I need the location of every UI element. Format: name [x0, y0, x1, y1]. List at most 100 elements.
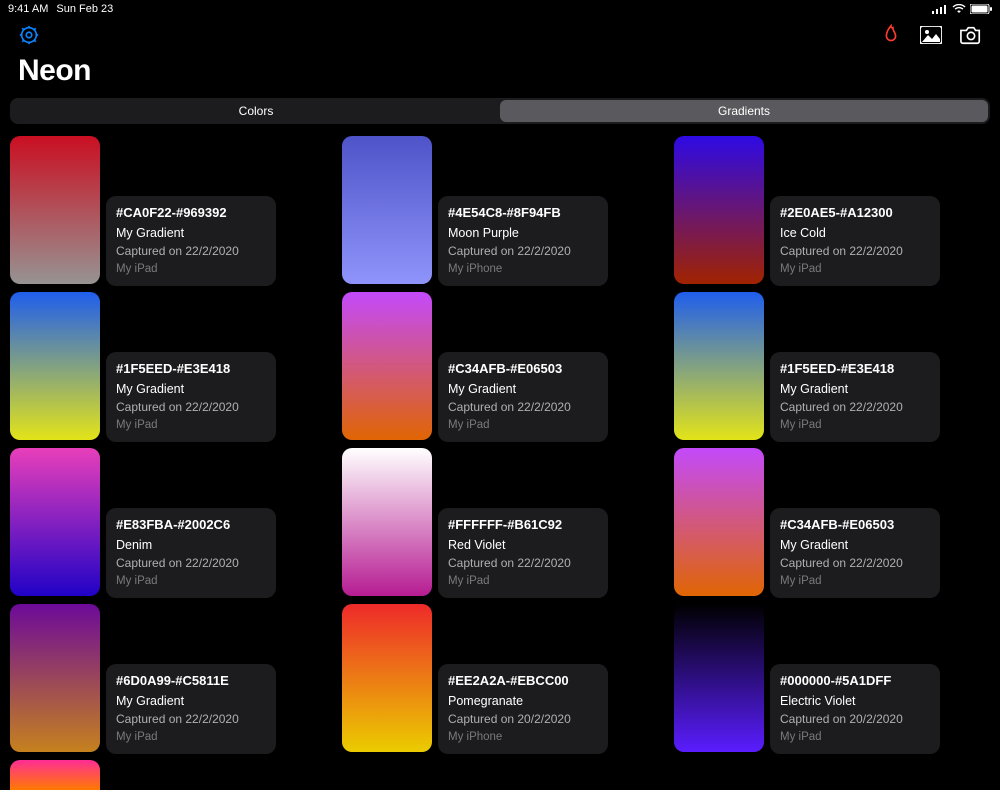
- gradient-name: Moon Purple: [448, 224, 598, 242]
- tab-gradients[interactable]: Gradients: [500, 100, 988, 122]
- gradient-name: My Gradient: [780, 536, 930, 554]
- gradient-grid: #CA0F22-#969392My GradientCaptured on 22…: [0, 132, 1000, 790]
- gradient-card[interactable]: #C34AFB-#E06503My GradientCaptured on 22…: [674, 448, 1000, 596]
- signal-icon: [932, 4, 948, 14]
- gradient-swatch[interactable]: [674, 448, 764, 596]
- gradient-info: #000000-#5A1DFFElectric VioletCaptured o…: [770, 664, 940, 754]
- battery-icon: [970, 4, 992, 14]
- gradient-info: #C34AFB-#E06503My GradientCaptured on 22…: [770, 508, 940, 598]
- camera-button[interactable]: [960, 24, 982, 46]
- gradient-name: Pomegranate: [448, 692, 598, 710]
- gradient-hex: #FFFFFF-#B61C92: [448, 516, 598, 535]
- gradient-captured: Captured on 22/2/2020: [116, 243, 266, 260]
- gradient-info: #1F5EED-#E3E418My GradientCaptured on 22…: [106, 352, 276, 442]
- gradient-captured: Captured on 22/2/2020: [116, 555, 266, 572]
- gradient-captured: Captured on 22/2/2020: [448, 555, 598, 572]
- gradient-card[interactable]: [10, 760, 342, 790]
- gradient-name: Electric Violet: [780, 692, 930, 710]
- settings-button[interactable]: [18, 24, 40, 46]
- gradient-captured: Captured on 22/2/2020: [780, 399, 930, 416]
- gradient-captured: Captured on 22/2/2020: [448, 243, 598, 260]
- page-title: Neon: [0, 48, 1000, 98]
- gradient-device: My iPad: [448, 417, 598, 434]
- gradient-swatch[interactable]: [342, 448, 432, 596]
- gradient-device: My iPhone: [448, 729, 598, 746]
- gradient-card[interactable]: #6D0A99-#C5811EMy GradientCaptured on 22…: [10, 604, 342, 752]
- gear-icon: [18, 24, 40, 46]
- gradient-swatch[interactable]: [10, 448, 100, 596]
- gradient-info: #6D0A99-#C5811EMy GradientCaptured on 22…: [106, 664, 276, 754]
- toolbar: [0, 18, 1000, 48]
- status-time: 9:41 AM: [8, 3, 48, 15]
- gradient-info: #C34AFB-#E06503My GradientCaptured on 22…: [438, 352, 608, 442]
- gradient-hex: #4E54C8-#8F94FB: [448, 204, 598, 223]
- gradient-device: My iPad: [780, 729, 930, 746]
- gradient-card[interactable]: #C34AFB-#E06503My GradientCaptured on 22…: [342, 292, 674, 440]
- trending-button[interactable]: [880, 24, 902, 46]
- flame-icon: [881, 24, 901, 46]
- gradient-info: #FFFFFF-#B61C92Red VioletCaptured on 22/…: [438, 508, 608, 598]
- gradient-card[interactable]: #FFFFFF-#B61C92Red VioletCaptured on 22/…: [342, 448, 674, 596]
- gradient-captured: Captured on 22/2/2020: [780, 555, 930, 572]
- gradient-device: My iPad: [448, 573, 598, 590]
- gradient-name: Ice Cold: [780, 224, 930, 242]
- gradient-swatch[interactable]: [342, 292, 432, 440]
- gradient-name: My Gradient: [780, 380, 930, 398]
- gradient-hex: #CA0F22-#969392: [116, 204, 266, 223]
- gradient-card[interactable]: #CA0F22-#969392My GradientCaptured on 22…: [10, 136, 342, 284]
- gradient-name: My Gradient: [116, 224, 266, 242]
- gradient-swatch[interactable]: [10, 292, 100, 440]
- gradient-hex: #E83FBA-#2002C6: [116, 516, 266, 535]
- gradient-device: My iPad: [116, 261, 266, 278]
- gradient-device: My iPad: [116, 729, 266, 746]
- segmented-control[interactable]: Colors Gradients: [10, 98, 990, 124]
- gradient-hex: #C34AFB-#E06503: [448, 360, 598, 379]
- gradient-captured: Captured on 22/2/2020: [116, 399, 266, 416]
- gradient-swatch[interactable]: [674, 136, 764, 284]
- gradient-name: Red Violet: [448, 536, 598, 554]
- gradient-info: #E83FBA-#2002C6DenimCaptured on 22/2/202…: [106, 508, 276, 598]
- gradient-info: #1F5EED-#E3E418My GradientCaptured on 22…: [770, 352, 940, 442]
- gradient-card[interactable]: #000000-#5A1DFFElectric VioletCaptured o…: [674, 604, 1000, 752]
- gradient-card[interactable]: #4E54C8-#8F94FBMoon PurpleCaptured on 22…: [342, 136, 674, 284]
- gradient-card[interactable]: #1F5EED-#E3E418My GradientCaptured on 22…: [10, 292, 342, 440]
- gradient-card[interactable]: #2E0AE5-#A12300Ice ColdCaptured on 22/2/…: [674, 136, 1000, 284]
- gradient-name: Denim: [116, 536, 266, 554]
- gradient-hex: #1F5EED-#E3E418: [116, 360, 266, 379]
- gradient-name: My Gradient: [448, 380, 598, 398]
- gradient-name: My Gradient: [116, 692, 266, 710]
- status-bar: 9:41 AM Sun Feb 23: [0, 0, 1000, 18]
- gradient-hex: #000000-#5A1DFF: [780, 672, 930, 691]
- gradient-swatch[interactable]: [674, 292, 764, 440]
- gradient-swatch[interactable]: [342, 136, 432, 284]
- gradient-swatch[interactable]: [342, 604, 432, 752]
- gradient-captured: Captured on 20/2/2020: [780, 711, 930, 728]
- gradient-captured: Captured on 22/2/2020: [116, 711, 266, 728]
- status-date: Sun Feb 23: [56, 3, 113, 15]
- gradient-hex: #EE2A2A-#EBCC00: [448, 672, 598, 691]
- gradient-info: #EE2A2A-#EBCC00PomegranateCaptured on 20…: [438, 664, 608, 754]
- gradient-device: My iPad: [780, 261, 930, 278]
- image-icon: [920, 26, 942, 44]
- gradient-device: My iPad: [780, 417, 930, 434]
- status-icons: [932, 4, 992, 14]
- gradient-swatch[interactable]: [10, 604, 100, 752]
- gradient-swatch[interactable]: [10, 760, 100, 790]
- gradient-info: #CA0F22-#969392My GradientCaptured on 22…: [106, 196, 276, 286]
- gradient-card[interactable]: #EE2A2A-#EBCC00PomegranateCaptured on 20…: [342, 604, 674, 752]
- gradient-hex: #2E0AE5-#A12300: [780, 204, 930, 223]
- gradient-hex: #6D0A99-#C5811E: [116, 672, 266, 691]
- gallery-button[interactable]: [920, 24, 942, 46]
- tab-colors[interactable]: Colors: [12, 100, 500, 122]
- gradient-swatch[interactable]: [674, 604, 764, 752]
- gradient-hex: #C34AFB-#E06503: [780, 516, 930, 535]
- gradient-device: My iPad: [116, 573, 266, 590]
- gradient-captured: Captured on 22/2/2020: [448, 399, 598, 416]
- gradient-card[interactable]: #1F5EED-#E3E418My GradientCaptured on 22…: [674, 292, 1000, 440]
- gradient-device: My iPad: [780, 573, 930, 590]
- camera-icon: [960, 25, 982, 45]
- gradient-info: #4E54C8-#8F94FBMoon PurpleCaptured on 22…: [438, 196, 608, 286]
- wifi-icon: [952, 4, 966, 14]
- gradient-card[interactable]: #E83FBA-#2002C6DenimCaptured on 22/2/202…: [10, 448, 342, 596]
- gradient-swatch[interactable]: [10, 136, 100, 284]
